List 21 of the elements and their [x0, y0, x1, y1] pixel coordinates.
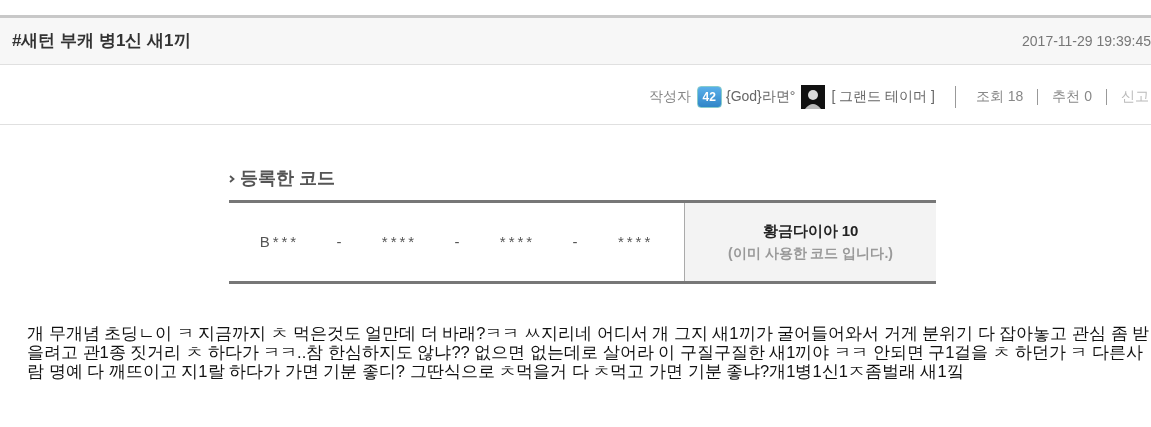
avatar-icon — [801, 84, 826, 109]
code-text: **** — [617, 231, 654, 252]
code-text: B*** — [259, 231, 300, 252]
author-label: 작성자 — [648, 87, 691, 106]
recommend-count[interactable]: 추천 0 — [1052, 86, 1092, 107]
post-date: 2017-11-29 19:39:45 — [1022, 31, 1151, 51]
code-text: - — [454, 231, 463, 252]
code-text: - — [336, 231, 345, 252]
code-text: - — [572, 231, 581, 252]
level-badge: 42 — [696, 85, 722, 108]
post-body: 개 무개념 초딩ㄴ이 ㅋ 지금까지 ㅊ 먹은것도 얼만데 더 바래?ㅋㅋ ㅆ지리네 어디서 개 그지 새1끼가 굴어들어와서 거게 분위기 다 잡아놓고 관심 좀 받 을려고 관1종 짓거리 ㅊ 하다가 ㅋㅋ..참 한심하지도 않냐?? 없으면 없는데로 살어라 이 구질구질한 새1끼야 ㅋㅋ 안되면 구1걸을 ㅊ 하던가 ㅋ 다른사 람 명예 다 깨뜨이고 지1랄 하다가 가면 기분 좋디? 그딴식으로 ㅊ먹을거 다 ㅊ먹고 가면 기분 좋냐?개1병1신1ㅈ좀벌래 새1낔 — [27, 324, 1151, 381]
reward-name: 황금다이아 10 — [762, 221, 859, 242]
author-nickname[interactable]: {God}라면° — [725, 86, 796, 107]
code-text: **** — [381, 231, 418, 252]
section-heading: 등록한 코드 — [240, 167, 335, 190]
code-status: (이미 사용한 코드 입니다.) — [728, 243, 893, 263]
chevron-icon — [229, 174, 235, 183]
code-text: **** — [499, 231, 536, 252]
view-count: 조회 18 — [975, 87, 1024, 106]
post-title: #새턴 부캐 병1신 새1끼 — [12, 30, 191, 53]
guild-name[interactable]: [ 그랜드 테이머 ] — [831, 86, 935, 107]
